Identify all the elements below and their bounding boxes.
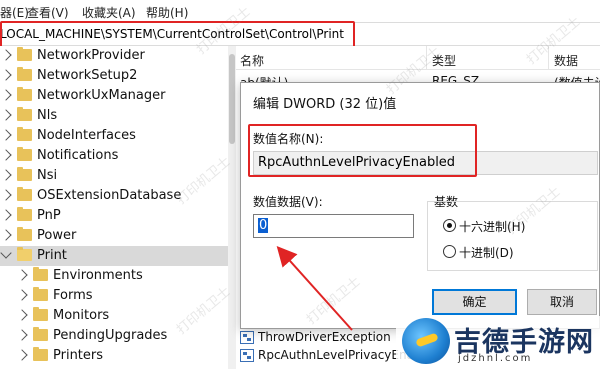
menu-view[interactable]: 查看(V) bbox=[27, 4, 69, 21]
tree-item-label: Print bbox=[37, 248, 67, 263]
tree-item-label: Power bbox=[37, 228, 77, 243]
tree-item[interactable]: Nsi bbox=[0, 166, 228, 186]
tree-item[interactable]: Forms bbox=[0, 286, 228, 306]
folder-open-icon bbox=[17, 247, 32, 261]
folder-icon bbox=[17, 147, 32, 161]
logo-domain: jdzhnl.com bbox=[458, 353, 533, 364]
tree-item[interactable]: Nls bbox=[0, 106, 228, 126]
ok-button[interactable]: 确定 bbox=[432, 289, 517, 315]
tree-item-label: Environments bbox=[53, 268, 143, 283]
folder-icon bbox=[17, 67, 32, 81]
folder-icon bbox=[17, 47, 32, 61]
tree-item[interactable]: Power bbox=[0, 226, 228, 246]
tree-item[interactable]: Printers bbox=[0, 346, 228, 366]
registry-editor-window: 器(E) 查看(V) 收藏夹(A) 帮助(H) LOCAL_MACHINE\SY… bbox=[0, 0, 600, 369]
chevron-down-icon[interactable] bbox=[0, 247, 12, 259]
tree-item[interactable]: NetworkSetup2 bbox=[0, 66, 228, 86]
column-header-name[interactable]: 名称 bbox=[240, 52, 264, 69]
key-tree: NetworkProvider NetworkSetup2 NetworkUxM… bbox=[0, 46, 228, 369]
folder-icon bbox=[33, 307, 48, 321]
chevron-right-icon[interactable] bbox=[0, 169, 12, 181]
chevron-right-icon[interactable] bbox=[0, 89, 12, 101]
chevron-right-icon[interactable] bbox=[0, 149, 12, 161]
tree-item-label: Monitors bbox=[53, 308, 110, 323]
radio-hex[interactable] bbox=[443, 219, 456, 232]
tree-item-label: OSExtensionDatabase bbox=[37, 188, 182, 203]
tree-item[interactable]: Monitors bbox=[0, 306, 228, 326]
tree-item-label: NodeInterfaces bbox=[37, 128, 136, 143]
chevron-right-icon[interactable] bbox=[16, 269, 28, 281]
chevron-right-icon[interactable] bbox=[0, 69, 12, 81]
menu-help[interactable]: 帮助(H) bbox=[146, 4, 188, 21]
folder-icon bbox=[17, 187, 32, 201]
column-divider[interactable] bbox=[426, 46, 427, 70]
chevron-right-icon[interactable] bbox=[16, 309, 28, 321]
edit-dword-dialog: 编辑 DWORD (32 位)值 数值名称(N): RpcAuthnLevelP… bbox=[240, 82, 600, 329]
menu-favorites[interactable]: 收藏夹(A) bbox=[82, 4, 136, 21]
list-header: 名称 类型 数据 bbox=[236, 46, 600, 70]
dword-value-icon bbox=[240, 349, 254, 362]
folder-icon bbox=[33, 327, 48, 341]
chevron-right-icon[interactable] bbox=[0, 49, 12, 61]
cancel-button[interactable]: 取消 bbox=[527, 289, 597, 315]
tree-item[interactable]: NetworkProvider bbox=[0, 46, 228, 66]
folder-icon bbox=[17, 207, 32, 221]
radio-dec[interactable] bbox=[443, 245, 456, 258]
folder-icon bbox=[33, 287, 48, 301]
tree-item[interactable]: PnP bbox=[0, 206, 228, 226]
tree-item[interactable]: Environments bbox=[0, 266, 228, 286]
value-name-highlight-box bbox=[248, 124, 477, 177]
dialog-title: 编辑 DWORD (32 位)值 bbox=[253, 97, 397, 112]
chevron-right-icon[interactable] bbox=[16, 329, 28, 341]
radio-hex-label[interactable]: 十六进制(H) bbox=[459, 218, 525, 235]
dword-value-icon bbox=[240, 331, 254, 344]
tree-item-label: NetworkProvider bbox=[37, 48, 145, 63]
logo-icon bbox=[402, 318, 450, 364]
tree-item[interactable]: Notifications bbox=[0, 146, 228, 166]
chevron-right-icon[interactable] bbox=[0, 229, 12, 241]
tree-item[interactable]: PendingUpgrades bbox=[0, 326, 228, 346]
folder-icon bbox=[17, 107, 32, 121]
chevron-right-icon[interactable] bbox=[0, 129, 12, 141]
value-data-text: 0 bbox=[258, 218, 269, 233]
menu-bar: 器(E) 查看(V) 收藏夹(A) 帮助(H) bbox=[0, 0, 600, 22]
tree-item-label: Nsi bbox=[37, 168, 58, 183]
tree-item-label: Nls bbox=[37, 108, 58, 123]
chevron-right-icon[interactable] bbox=[0, 209, 12, 221]
folder-icon bbox=[17, 87, 32, 101]
tree-scrollbar[interactable] bbox=[228, 46, 236, 369]
tree-scrollbar-thumb[interactable] bbox=[229, 54, 235, 144]
value-name: ThrowDriverException bbox=[258, 330, 391, 344]
chevron-right-icon[interactable] bbox=[0, 189, 12, 201]
value-data-label: 数值数据(V): bbox=[253, 195, 323, 209]
column-header-data[interactable]: 数据 bbox=[554, 52, 578, 69]
radio-dec-label[interactable]: 十进制(D) bbox=[459, 244, 514, 261]
value-data-field[interactable]: 0 bbox=[253, 214, 414, 238]
address-highlight-box bbox=[0, 21, 355, 48]
column-divider[interactable] bbox=[548, 46, 549, 70]
chevron-right-icon[interactable] bbox=[16, 289, 28, 301]
tree-item-label: PnP bbox=[37, 208, 61, 223]
tree-item-label: PendingUpgrades bbox=[53, 328, 168, 343]
site-logo: 吉德手游网 jdzhnl.com bbox=[396, 316, 600, 369]
folder-icon bbox=[33, 267, 48, 281]
tree-item-label: Printers bbox=[53, 348, 104, 363]
tree-item-print-selected[interactable]: Print bbox=[0, 246, 228, 266]
tree-item-label: NetworkUxManager bbox=[37, 88, 166, 103]
tree-item[interactable]: NodeInterfaces bbox=[0, 126, 228, 146]
tree-item[interactable]: NetworkUxManager bbox=[0, 86, 228, 106]
folder-icon bbox=[17, 227, 32, 241]
folder-icon bbox=[33, 347, 48, 361]
tree-item-label: Forms bbox=[53, 288, 93, 303]
chevron-right-icon[interactable] bbox=[16, 349, 28, 361]
tree-item-label: Notifications bbox=[37, 148, 119, 163]
column-header-type[interactable]: 类型 bbox=[432, 52, 456, 69]
tree-item[interactable]: OSExtensionDatabase bbox=[0, 186, 228, 206]
chevron-right-icon[interactable] bbox=[0, 109, 12, 121]
folder-icon bbox=[17, 127, 32, 141]
tree-item-label: NetworkSetup2 bbox=[37, 68, 138, 83]
menu-edit[interactable]: 器(E) bbox=[0, 4, 29, 21]
folder-icon bbox=[17, 167, 32, 181]
